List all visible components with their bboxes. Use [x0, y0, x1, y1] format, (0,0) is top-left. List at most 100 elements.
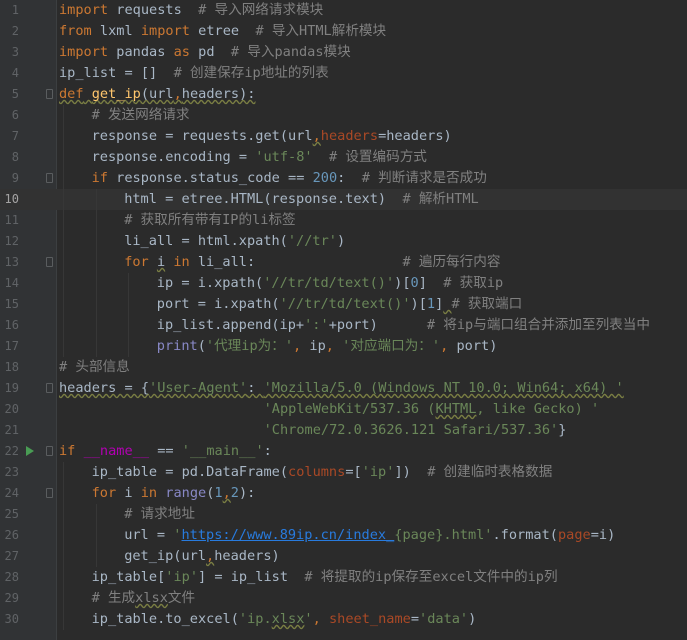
- line-code[interactable]: headers = {'User-Agent': 'Mozilla/5.0 (W…: [59, 378, 624, 399]
- line-code[interactable]: print('代理ip为：', ip, '对应端口为：', port): [157, 336, 498, 357]
- line-code[interactable]: get_ip(url,headers): [124, 546, 280, 567]
- line-code[interactable]: li_all = html.xpath('//tr'): [124, 231, 345, 252]
- line-code[interactable]: port = i.xpath('//tr/td/text()')[1] # 获取…: [157, 294, 522, 315]
- code-token: ] = ip_list: [198, 569, 305, 585]
- code-token: # 创建临时表格数据: [427, 464, 553, 480]
- code-line[interactable]: 30 ip_table.to_excel('ip.xlsx', sheet_nam…: [0, 609, 687, 630]
- fold-marker-icon[interactable]: [46, 89, 53, 99]
- line-number: 18: [4, 360, 19, 374]
- code-token: import: [140, 23, 190, 39]
- fold-marker-icon[interactable]: [46, 173, 53, 183]
- code-token: headers): [214, 548, 280, 564]
- code-line[interactable]: 12 li_all = html.xpath('//tr'): [0, 231, 687, 252]
- code-token: from: [59, 23, 92, 39]
- code-editor[interactable]: 1 import requests # 导入网络请求模块 2 from lxml im…: [0, 0, 687, 640]
- line-number: 26: [4, 528, 19, 542]
- code-line[interactable]: 19 headers = {'User-Agent': 'Mozilla/5.0 …: [0, 378, 687, 399]
- code-line[interactable]: 24 for i in range(1,2):: [0, 483, 687, 504]
- line-code[interactable]: for i in li_all: # 遍历每行内容: [124, 252, 500, 273]
- fold-marker-icon[interactable]: [46, 446, 53, 456]
- code-line[interactable]: 18 # 头部信息: [0, 357, 687, 378]
- indent-guide: [63, 273, 64, 294]
- line-code[interactable]: response.encoding = 'utf-8' # 设置编码方式: [92, 147, 427, 168]
- line-code[interactable]: if response.status_code == 200: # 判断请求是否…: [92, 168, 487, 189]
- code-line[interactable]: 9 if response.status_code == 200: # 判断请求是…: [0, 168, 687, 189]
- code-token: import: [59, 2, 109, 18]
- code-line[interactable]: 23 ip_table = pd.DataFrame(columns=['ip']…: [0, 462, 687, 483]
- line-code[interactable]: ip_table.to_excel('ip.xlsx', sheet_name=…: [92, 609, 477, 630]
- code-line[interactable]: 1 import requests # 导入网络请求模块: [0, 0, 687, 21]
- code-token: in: [173, 254, 190, 270]
- code-line[interactable]: 2 from lxml import etree # 导入HTML解析模块: [0, 21, 687, 42]
- line-number: 27: [4, 549, 19, 563]
- code-token: html = etree.HTML(response.text): [124, 191, 403, 207]
- code-token: __name__: [83, 443, 150, 459]
- line-code[interactable]: import requests # 导入网络请求模块: [59, 0, 323, 21]
- line-code[interactable]: # 头部信息: [59, 357, 130, 378]
- line-code[interactable]: from lxml import etree # 导入HTML解析模块: [59, 21, 386, 42]
- code-line[interactable]: 14 ip = i.xpath('//tr/td/text()')[0] # 获取…: [0, 273, 687, 294]
- code-line[interactable]: 26 url = 'https://www.89ip.cn/index_{page…: [0, 525, 687, 546]
- line-code[interactable]: 'Chrome/72.0.3626.121 Safari/537.36'}: [59, 420, 567, 441]
- code-line[interactable]: 16 ip_list.append(ip+':'+port) # 将ip与端口组合…: [0, 315, 687, 336]
- code-line[interactable]: 4 ip_list = [] # 创建保存ip地址的列表: [0, 63, 687, 84]
- line-code[interactable]: ip_list.append(ip+':'+port) # 将ip与端口组合并添…: [157, 315, 650, 336]
- line-code[interactable]: ip = i.xpath('//tr/td/text()')[0] # 获取ip: [157, 273, 503, 294]
- code-line[interactable]: 28 ip_table['ip'] = ip_list # 将提取的ip保存至ex…: [0, 567, 687, 588]
- indent-guide: [63, 609, 64, 630]
- code-token: ,: [222, 485, 231, 501]
- code-line[interactable]: 5 def get_ip(url,headers):: [0, 84, 687, 105]
- line-code[interactable]: 'AppleWebKit/537.36 (KHTML, like Gecko) …: [59, 399, 600, 420]
- fold-marker-icon[interactable]: [46, 383, 53, 393]
- run-gutter-icon[interactable]: [26, 446, 34, 456]
- code-line[interactable]: 3 import pandas as pd # 导入pandas模块: [0, 42, 687, 63]
- code-lines[interactable]: 1 import requests # 导入网络请求模块 2 from lxml im…: [0, 0, 687, 630]
- line-code[interactable]: ip_table = pd.DataFrame(columns=['ip']) …: [92, 462, 553, 483]
- line-code[interactable]: import pandas as pd # 导入pandas模块: [59, 42, 351, 63]
- line-code[interactable]: if __name__ == '__main__':: [59, 441, 272, 462]
- fold-marker-icon[interactable]: [46, 488, 53, 498]
- code-token: '对应端口为：': [342, 338, 441, 354]
- indent-guide: [63, 189, 64, 210]
- line-code[interactable]: ip_list = [] # 创建保存ip地址的列表: [59, 63, 329, 84]
- line-code[interactable]: # 获取所有带有IP的li标签: [124, 210, 295, 231]
- code-line[interactable]: 20 'AppleWebKit/537.36 (KHTML, like Geck…: [0, 399, 687, 420]
- indent-guide: [95, 252, 97, 273]
- line-code[interactable]: def get_ip(url,headers):: [59, 84, 255, 105]
- line-code[interactable]: html = etree.HTML(response.text) # 解析HTM…: [124, 189, 479, 210]
- code-line[interactable]: 17 print('代理ip为：', ip, '对应端口为：', port): [0, 336, 687, 357]
- line-code[interactable]: # 发送网络请求: [92, 105, 190, 126]
- code-line[interactable]: 13 for i in li_all: # 遍历每行内容: [0, 252, 687, 273]
- code-token: ip_list = []: [59, 65, 174, 81]
- line-code[interactable]: # 请求地址: [124, 504, 195, 525]
- code-token: requests: [108, 2, 199, 18]
- code-token: headers = {: [59, 380, 150, 396]
- line-code[interactable]: response = requests.get(url,headers=head…: [92, 126, 452, 147]
- code-line[interactable]: 29 # 生成xlsx文件: [0, 588, 687, 609]
- code-token: +port): [328, 317, 427, 333]
- line-number: 12: [4, 234, 19, 248]
- fold-marker-icon[interactable]: [46, 257, 53, 267]
- line-code[interactable]: # 生成xlsx文件: [92, 588, 196, 609]
- code-line[interactable]: 10 html = etree.HTML(response.text) # 解析H…: [0, 189, 687, 210]
- code-line[interactable]: 8 response.encoding = 'utf-8' # 设置编码方式: [0, 147, 687, 168]
- code-line[interactable]: 7 response = requests.get(url,headers=hea…: [0, 126, 687, 147]
- code-line[interactable]: 11 # 获取所有带有IP的li标签: [0, 210, 687, 231]
- code-line[interactable]: 15 port = i.xpath('//tr/td/text()')[1] # …: [0, 294, 687, 315]
- line-code[interactable]: for i in range(1,2):: [92, 483, 256, 504]
- indent-guide: [95, 273, 97, 294]
- code-token: # 获取所有带有IP的li标签: [124, 212, 296, 228]
- code-line[interactable]: 6 # 发送网络请求: [0, 105, 687, 126]
- line-code[interactable]: ip_table['ip'] = ip_list # 将提取的ip保存至exce…: [92, 567, 558, 588]
- code-token: :: [337, 170, 362, 186]
- code-token: ip_list.append(ip+: [156, 317, 305, 333]
- code-line[interactable]: 21 'Chrome/72.0.3626.121 Safari/537.36'}: [0, 420, 687, 441]
- code-line[interactable]: 22 if __name__ == '__main__':: [0, 441, 687, 462]
- code-line[interactable]: 27 get_ip(url,headers): [0, 546, 687, 567]
- line-code[interactable]: url = 'https://www.89ip.cn/index_{page}.…: [124, 525, 615, 546]
- code-line[interactable]: 25 # 请求地址: [0, 504, 687, 525]
